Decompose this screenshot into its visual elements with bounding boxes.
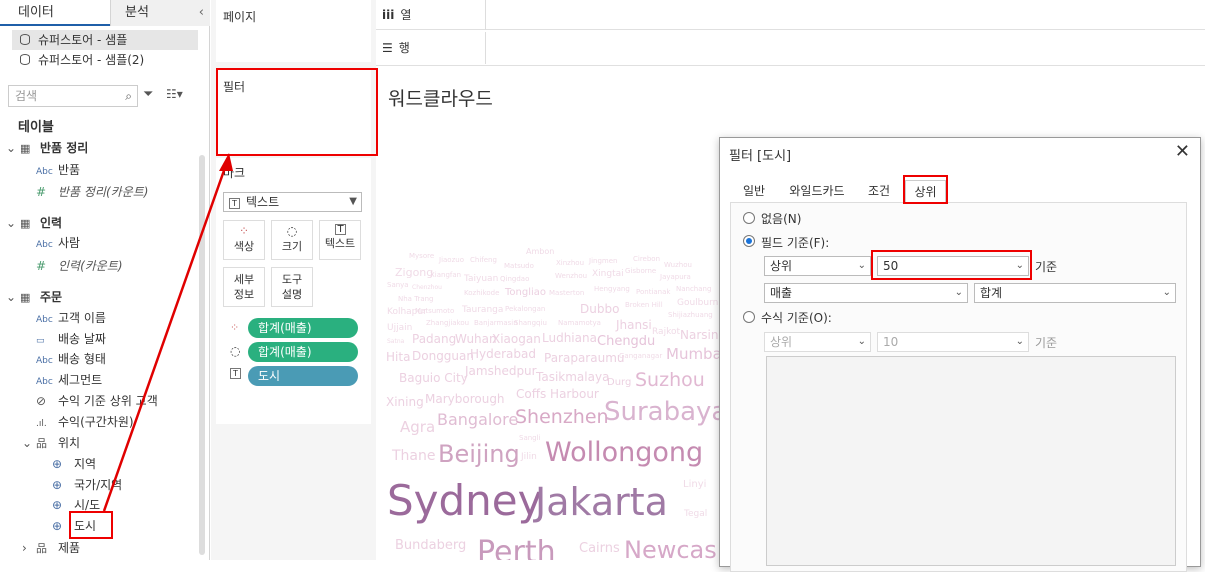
drag-arrow-line	[102, 161, 229, 512]
drag-arrow-head	[219, 153, 233, 171]
drag-arrow	[102, 153, 233, 512]
